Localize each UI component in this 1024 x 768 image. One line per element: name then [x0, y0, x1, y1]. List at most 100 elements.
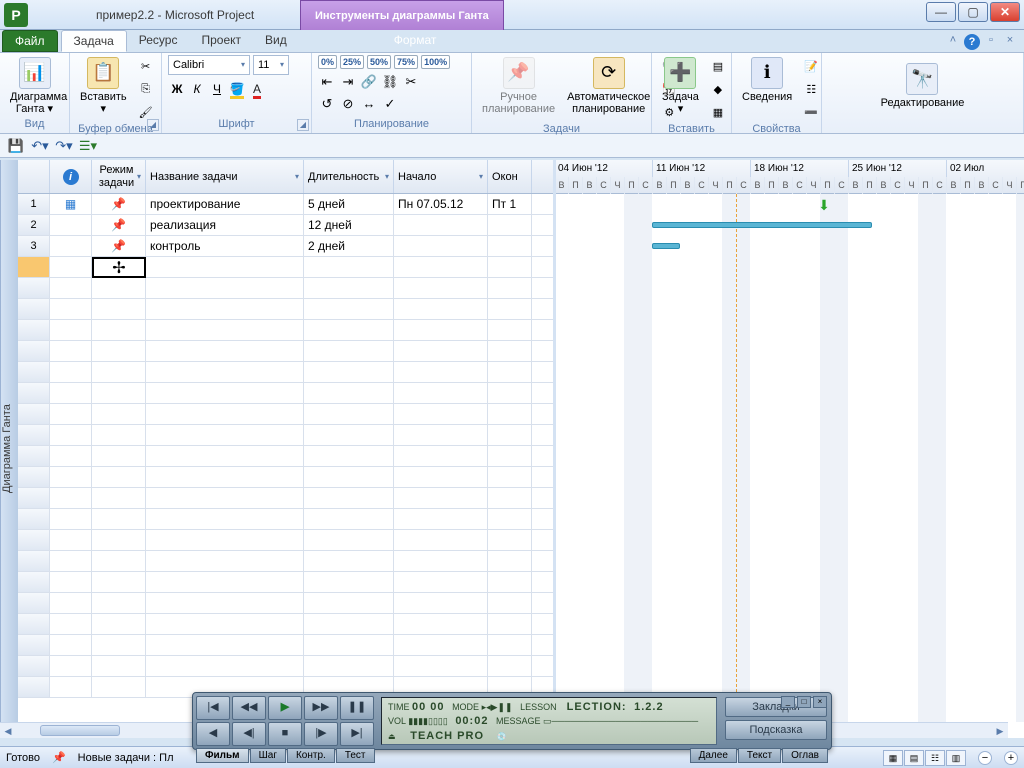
day-header[interactable]: П	[862, 177, 876, 194]
cell-start[interactable]	[394, 551, 488, 571]
cell-indicator[interactable]	[50, 530, 92, 550]
minimize-button[interactable]: —	[926, 2, 956, 22]
cell-finish[interactable]	[488, 530, 532, 550]
cell-finish[interactable]	[488, 299, 532, 319]
gantt-chart-button[interactable]: 📊 Диаграмма Ганта ▾	[6, 55, 63, 117]
view-btn-2[interactable]: ▤	[904, 750, 924, 766]
row-header[interactable]	[18, 488, 50, 508]
day-header[interactable]: С	[694, 177, 708, 194]
day-header[interactable]: В	[848, 177, 862, 194]
table-row[interactable]	[18, 656, 553, 677]
player-skip-back-button[interactable]: ◀	[196, 722, 230, 746]
ribbon-minimize-icon[interactable]: ˄	[945, 34, 961, 50]
font-size-dropdown[interactable]: 11▾	[253, 55, 289, 75]
table-row[interactable]	[18, 614, 553, 635]
player-tab-check[interactable]: Контр.	[287, 748, 335, 763]
cell-duration[interactable]	[304, 257, 394, 277]
cell-name[interactable]	[146, 635, 304, 655]
view-title-bar[interactable]: Диаграмма Ганта	[0, 160, 18, 738]
cell-finish[interactable]	[488, 215, 532, 235]
status-new-tasks[interactable]: Новые задачи : Пл	[78, 752, 174, 764]
cell-start[interactable]	[394, 614, 488, 634]
player-next-button[interactable]: Далее	[690, 748, 737, 763]
cell-indicator[interactable]	[50, 320, 92, 340]
cell-finish[interactable]	[488, 383, 532, 403]
gantt-chart[interactable]: 04 Июн '12ВПВСЧПС11 Июн '12ВПВСЧПС18 Июн…	[556, 160, 1024, 738]
cell-indicator[interactable]	[50, 677, 92, 697]
tab-resource[interactable]: Ресурс	[127, 30, 190, 52]
cell-name[interactable]	[146, 299, 304, 319]
maximize-button[interactable]: ▢	[958, 2, 988, 22]
cell-name[interactable]	[146, 656, 304, 676]
cell-mode[interactable]	[92, 299, 146, 319]
font-name-dropdown[interactable]: Calibri▾	[168, 55, 250, 75]
cell-name[interactable]	[146, 425, 304, 445]
cell-indicator[interactable]	[50, 488, 92, 508]
cell-name[interactable]	[146, 614, 304, 634]
view-btn-3[interactable]: ☷	[925, 750, 945, 766]
row-header[interactable]	[18, 425, 50, 445]
day-header[interactable]: Ч	[1002, 177, 1016, 194]
day-header[interactable]: В	[876, 177, 890, 194]
cell-duration[interactable]	[304, 467, 394, 487]
row-header[interactable]	[18, 299, 50, 319]
row-header[interactable]	[18, 530, 50, 550]
tab-format[interactable]: Формат	[382, 30, 449, 52]
eject-icon[interactable]: ⏏	[388, 732, 398, 741]
cell-finish[interactable]	[488, 509, 532, 529]
summary-task-button[interactable]: ▤	[707, 55, 729, 77]
cell-start[interactable]	[394, 572, 488, 592]
player-ffwd-button[interactable]: ▶▶	[304, 696, 338, 720]
cell-duration[interactable]	[304, 425, 394, 445]
row-header[interactable]	[18, 404, 50, 424]
cell-indicator[interactable]	[50, 257, 92, 277]
cell-start[interactable]	[394, 299, 488, 319]
day-header[interactable]: В	[778, 177, 792, 194]
cell-start[interactable]	[394, 215, 488, 235]
col-header-finish[interactable]: Окон	[488, 160, 532, 193]
day-header[interactable]: В	[750, 177, 764, 194]
cell-finish[interactable]	[488, 320, 532, 340]
pct-50-button[interactable]: 50%	[367, 55, 391, 69]
day-header[interactable]: В	[582, 177, 596, 194]
cell-start[interactable]	[394, 236, 488, 256]
cell-duration[interactable]	[304, 656, 394, 676]
auto-schedule-button[interactable]: ⟳ Автоматическое планирование	[563, 55, 654, 117]
row-header[interactable]	[18, 278, 50, 298]
cell-name[interactable]: реализация	[146, 215, 304, 235]
zoom-out-button[interactable]: −	[978, 751, 992, 765]
cell-mode[interactable]	[92, 488, 146, 508]
col-header-indicators[interactable]: i	[50, 160, 92, 193]
table-row[interactable]	[18, 383, 553, 404]
gantt-bar[interactable]	[652, 243, 680, 249]
cell-mode[interactable]	[92, 362, 146, 382]
cell-indicator[interactable]	[50, 362, 92, 382]
timeline-add-button[interactable]: ➖	[800, 101, 822, 123]
cell-indicator[interactable]	[50, 383, 92, 403]
week-header[interactable]: 02 Июл	[946, 160, 1024, 177]
cell-name[interactable]	[146, 257, 304, 277]
day-header[interactable]: В	[680, 177, 694, 194]
table-row[interactable]	[18, 467, 553, 488]
cell-mode[interactable]	[92, 509, 146, 529]
day-header[interactable]: С	[834, 177, 848, 194]
cell-duration[interactable]	[304, 593, 394, 613]
cell-name[interactable]	[146, 320, 304, 340]
cell-duration[interactable]	[304, 362, 394, 382]
table-row[interactable]	[18, 530, 553, 551]
row-header[interactable]	[18, 509, 50, 529]
cell-duration[interactable]	[304, 320, 394, 340]
player-pause-button[interactable]: ❚❚	[340, 696, 374, 720]
font-color-button[interactable]: A	[248, 80, 266, 98]
day-header[interactable]: С	[792, 177, 806, 194]
view-btn-4[interactable]: ▥	[946, 750, 966, 766]
cell-duration[interactable]: 12 дней	[304, 215, 394, 235]
player-hint-button[interactable]: Подсказка	[725, 720, 827, 740]
table-row[interactable]	[18, 278, 553, 299]
cell-finish[interactable]	[488, 341, 532, 361]
cell-indicator[interactable]	[50, 341, 92, 361]
pct-25-button[interactable]: 25%	[340, 55, 364, 69]
cell-name[interactable]	[146, 551, 304, 571]
cell-name[interactable]	[146, 383, 304, 403]
day-header[interactable]: Ч	[904, 177, 918, 194]
